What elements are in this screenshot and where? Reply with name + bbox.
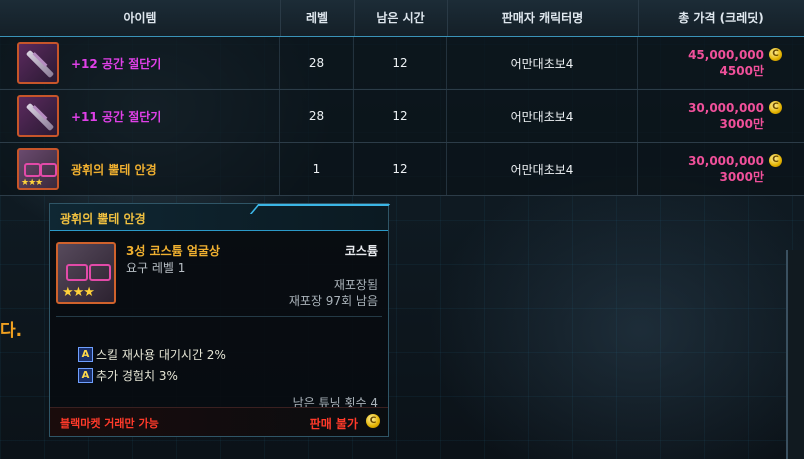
option-text: 스킬 재사용 대기시간 2% (96, 348, 226, 362)
reseal-status: 재포장됨 (333, 278, 378, 292)
credit-coin-icon: C (769, 48, 782, 61)
item-time-left: 12 (392, 109, 408, 123)
seller-cell: 어만대초보4 (447, 37, 638, 89)
item-seller: 어만대초보4 (510, 162, 574, 177)
background-message: 다. (0, 321, 23, 341)
credit-coin-icon: C (366, 414, 380, 428)
header-item[interactable]: 아이템 (0, 0, 281, 36)
space-cutter-icon (17, 42, 59, 84)
tooltip-header: 광휘의 뿔테 안경 (50, 204, 391, 231)
credit-coin-icon: C (769, 154, 782, 167)
horn-rimmed-glasses-icon: ★★★ (17, 148, 59, 190)
time-cell: 12 (354, 37, 447, 89)
seller-cell: 어만대초보4 (447, 143, 638, 195)
not-for-sale-label: 판매 불가 (309, 417, 358, 431)
table-header: 아이템 레벨 남은 시간 판매자 캐릭터명 총 가격 (크레딧) (0, 0, 804, 37)
option-line: A 추가 경험치 3% (78, 367, 178, 384)
divider (56, 316, 382, 317)
price-cell: 30,000,000 3000만 C (638, 143, 804, 195)
item-price: 45,000,000 (688, 48, 764, 62)
time-cell: 12 (354, 143, 447, 195)
star-rating: ★★★ (21, 178, 43, 188)
item-name: +11 공간 절단기 (71, 109, 162, 124)
item-seller: 어만대초보4 (510, 56, 574, 71)
item-seller: 어만대초보4 (510, 109, 574, 124)
item-price: 30,000,000 (688, 154, 764, 168)
item-type: 코스튬 (344, 244, 378, 258)
space-cutter-icon (17, 95, 59, 137)
item-level: 28 (308, 109, 325, 123)
level-cell: 28 (280, 90, 354, 142)
item-price-short: 3000만 (719, 117, 764, 131)
table-row[interactable]: +12 공간 절단기 28 12 어만대초보4 45,000,000 4500만… (0, 37, 804, 90)
header-total-price[interactable]: 총 가격 (크레딧) (638, 0, 804, 36)
time-cell: 12 (354, 90, 447, 142)
item-cell: +12 공간 절단기 (0, 37, 280, 89)
header-decoration (249, 204, 391, 214)
item-requirement: 요구 레벨 1 (126, 261, 186, 275)
item-price-short: 3000만 (719, 170, 764, 184)
item-cell: +11 공간 절단기 (0, 90, 280, 142)
tooltip-footer: 블랙마켓 거래만 가능 판매 불가 C (50, 407, 388, 436)
tooltip-title: 광휘의 뿔테 안경 (60, 212, 146, 226)
option-badge-icon: A (78, 347, 93, 362)
star-rating: ★★★ (62, 285, 95, 300)
item-level: 28 (308, 56, 325, 70)
item-time-left: 12 (392, 162, 408, 176)
black-market-notice: 블랙마켓 거래만 가능 (60, 417, 159, 430)
item-grade: 3성 코스튬 얼굴상 (126, 244, 220, 258)
side-frame (786, 250, 804, 459)
reseal-count: 재포장 97회 남음 (288, 294, 378, 308)
option-badge-icon: A (78, 368, 93, 383)
item-price-short: 4500만 (719, 64, 764, 78)
item-cell: ★★★ 광휘의 뿔테 안경 (0, 143, 280, 195)
price-cell: 45,000,000 4500만 C (638, 37, 804, 89)
option-line: A 스킬 재사용 대기시간 2% (78, 346, 226, 363)
level-cell: 28 (280, 37, 354, 89)
price-cell: 30,000,000 3000만 C (638, 90, 804, 142)
item-level: 1 (312, 162, 321, 176)
seller-cell: 어만대초보4 (447, 90, 638, 142)
table-row[interactable]: ★★★ 광휘의 뿔테 안경 1 12 어만대초보4 30,000,000 300… (0, 143, 804, 196)
item-tooltip: 광휘의 뿔테 안경 ★★★ 3성 코스튬 얼굴상 요구 레벨 1 코스튬 재포장… (49, 203, 391, 437)
table-row[interactable]: +11 공간 절단기 28 12 어만대초보4 30,000,000 3000만… (0, 90, 804, 143)
item-price: 30,000,000 (688, 101, 764, 115)
header-time-left[interactable]: 남은 시간 (354, 0, 448, 36)
level-cell: 1 (280, 143, 354, 195)
horn-rimmed-glasses-icon: ★★★ (56, 242, 116, 304)
header-seller[interactable]: 판매자 캐릭터명 (447, 0, 639, 36)
item-name: 광휘의 뿔테 안경 (71, 162, 157, 177)
item-time-left: 12 (392, 56, 408, 70)
item-name: +12 공간 절단기 (71, 56, 162, 71)
header-level[interactable]: 레벨 (280, 0, 355, 36)
credit-coin-icon: C (769, 101, 782, 114)
option-text: 추가 경험치 3% (96, 369, 178, 383)
